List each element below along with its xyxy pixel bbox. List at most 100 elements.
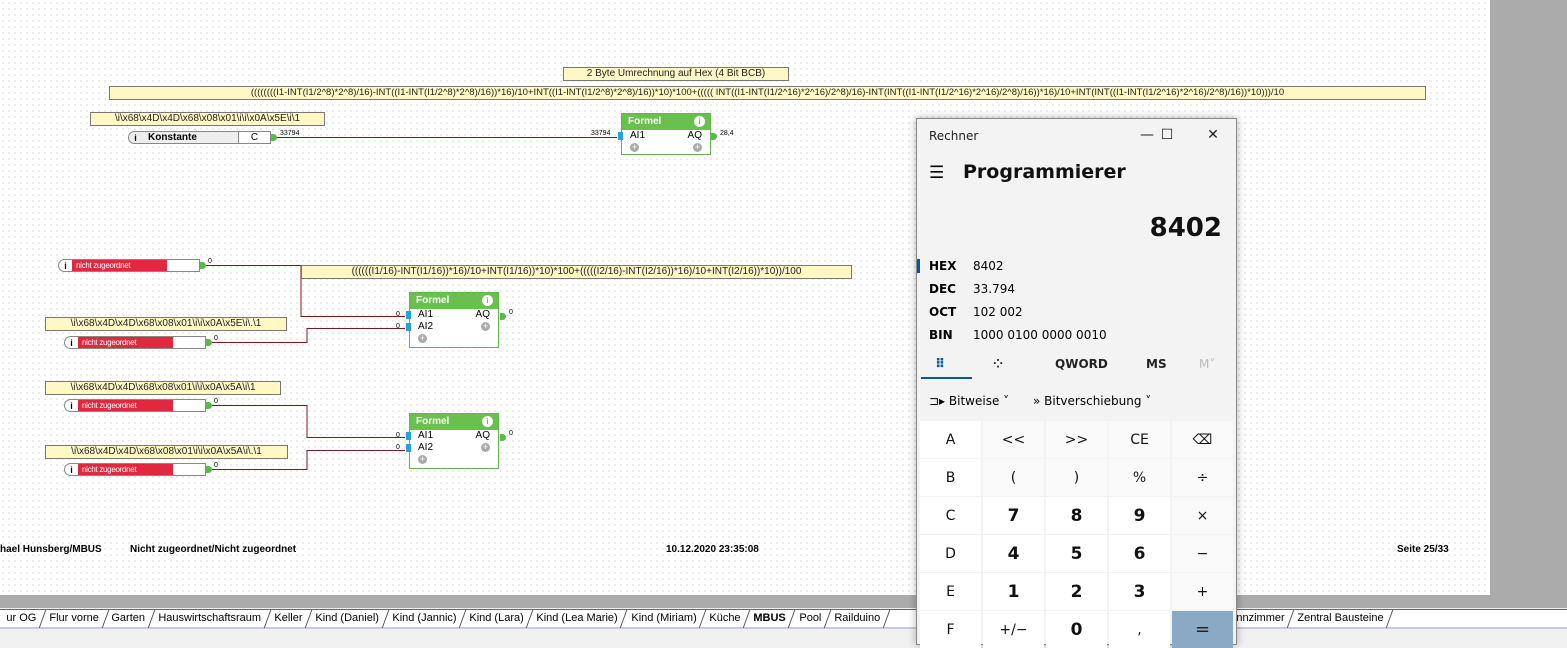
bit-toggle-keypad-icon[interactable]: ⁘ (993, 357, 1003, 371)
key-button[interactable]: ⌫ (1172, 421, 1233, 458)
add-input-icon[interactable]: + (418, 455, 427, 464)
radix-row-bin[interactable]: BIN 1000 0100 0000 0010 (929, 328, 1107, 342)
close-button[interactable]: ✕ (1193, 123, 1233, 147)
konstante-block[interactable]: i Konstante C (128, 131, 271, 144)
tab-label: ur OG (6, 612, 37, 624)
key-button[interactable]: − (1172, 535, 1233, 572)
info-icon[interactable]: i (129, 133, 142, 143)
add-input-icon[interactable]: + (630, 143, 639, 152)
key-button[interactable]: 1 (983, 573, 1044, 610)
label-note[interactable]: \i\x68\x4D\x4D\x68\x08\x01\i\i\x0A\x5A\i… (45, 381, 281, 395)
add-output-icon[interactable]: + (481, 322, 490, 331)
bitshift-dropdown[interactable]: » Bitverschiebung ˅ (1033, 394, 1151, 408)
calculator-window[interactable]: Rechner — ☐ ✕ ☰ Programmierer 8402 HEX 84… (916, 118, 1237, 648)
tab[interactable]: Flur vorne (39, 610, 109, 628)
add-input-icon[interactable]: + (418, 334, 427, 343)
tab[interactable]: Garten (102, 610, 156, 628)
key-button[interactable]: 7 (983, 497, 1044, 534)
formel-block[interactable]: Formel i AI1 AQ AI2 + + (406, 292, 499, 348)
radix-row-dec[interactable]: DEC 33.794 (929, 282, 1015, 296)
key-button[interactable]: F (920, 611, 981, 648)
key-button[interactable]: + (1172, 573, 1233, 610)
tab[interactable]: Hauswirtschaftsraum (148, 610, 272, 628)
memory-store-button[interactable]: MS (1146, 357, 1167, 371)
key-button[interactable]: 9 (1109, 497, 1170, 534)
key-button[interactable]: 2 (1046, 573, 1107, 610)
radix-row-oct[interactable]: OCT 102 002 (929, 305, 1023, 319)
tab[interactable]: Keller (264, 610, 313, 628)
label-note[interactable]: \i\x68\x4D\x4D\x68\x08\x01\i\i\x0A\x5E\i… (90, 112, 325, 126)
tab[interactable]: Kind (Jannic) (382, 610, 467, 628)
key-button[interactable]: D (920, 535, 981, 572)
ai2-label: AI2 (418, 442, 434, 453)
input-pin[interactable] (406, 323, 411, 331)
key-button[interactable]: CE (1109, 421, 1170, 458)
memory-button[interactable]: M˅ (1199, 357, 1215, 371)
ai1-label: AI1 (418, 430, 434, 441)
key-button[interactable]: C (920, 497, 981, 534)
input-pin[interactable] (406, 432, 411, 440)
window-title: Rechner (929, 129, 979, 143)
title-note[interactable]: 2 Byte Umrechnung auf Hex (4 Bit BCB) (563, 67, 789, 81)
word-size-button[interactable]: QWORD (1055, 357, 1108, 371)
key-button[interactable]: 8 (1046, 497, 1107, 534)
key-button[interactable]: +/− (983, 611, 1044, 648)
input-block[interactable]: i nicht zugeordnet (64, 463, 206, 476)
key-button[interactable]: B (920, 459, 981, 496)
tab[interactable]: Küche (699, 610, 751, 628)
key-button[interactable]: A (920, 421, 981, 458)
key-button[interactable]: ( (983, 459, 1044, 496)
key-button[interactable]: ) (1046, 459, 1107, 496)
display-value: 8402 (1149, 213, 1222, 243)
key-button[interactable]: 4 (983, 535, 1044, 572)
key-button[interactable]: ÷ (1172, 459, 1233, 496)
add-output-icon[interactable]: + (693, 143, 702, 152)
radix-row-hex[interactable]: HEX 8402 (929, 259, 1004, 273)
info-icon[interactable]: i (482, 295, 493, 306)
full-keypad-icon[interactable]: ⠿ (935, 357, 945, 372)
add-output-icon[interactable]: + (481, 443, 490, 452)
info-icon[interactable]: i (65, 401, 78, 411)
tab[interactable]: ur OG (0, 610, 47, 628)
key-button[interactable]: 6 (1109, 535, 1170, 572)
info-icon[interactable]: i (59, 261, 72, 271)
key-button[interactable]: % (1109, 459, 1170, 496)
tab[interactable]: Kind (Lea Marie) (526, 610, 628, 628)
bitwise-dropdown[interactable]: ⊐▸ Bitweise ˅ (929, 394, 1009, 408)
key-button[interactable]: << (983, 421, 1044, 458)
key-button[interactable]: 5 (1046, 535, 1107, 572)
input-pin[interactable] (406, 444, 411, 452)
tab[interactable]: MBUS (743, 610, 796, 628)
tab[interactable]: Kind (Lara) (459, 610, 534, 628)
tab-label: Kind (Miriam) (630, 612, 697, 624)
wire (212, 405, 405, 438)
info-icon[interactable]: i (65, 338, 78, 348)
info-icon[interactable]: i (482, 416, 493, 427)
formel-block[interactable]: Formel i AI1 AQ AI2 + + (406, 413, 499, 469)
input-pin[interactable] (618, 132, 623, 140)
key-button[interactable]: × (1172, 497, 1233, 534)
formel-block[interactable]: Formel i AI1 AQ + + (618, 113, 711, 155)
info-icon[interactable]: i (65, 465, 78, 475)
input-pin[interactable] (406, 311, 411, 319)
menu-icon[interactable]: ☰ (929, 163, 944, 183)
input-block[interactable]: i nicht zugeordnet (64, 336, 206, 349)
info-icon[interactable]: i (694, 116, 705, 127)
input-block[interactable]: i nicht zugeordnet (58, 259, 200, 272)
key-button[interactable]: = (1172, 611, 1233, 648)
formula-note[interactable]: ((((((((I1-INT(I1/2^8)*2^8)/16)-INT((I1-… (109, 86, 1426, 100)
tab[interactable]: Kind (Miriam) (621, 610, 707, 628)
tab[interactable]: Zentral Bausteine (1288, 610, 1394, 628)
key-button[interactable]: >> (1046, 421, 1107, 458)
input-block[interactable]: i nicht zugeordnet (64, 399, 206, 412)
formula-note[interactable]: ((((((I1/16)-INT(I1/16))*16)/10+INT(I1/1… (301, 265, 852, 279)
maximize-button[interactable]: ☐ (1147, 123, 1187, 147)
label-note[interactable]: \i\x68\x4D\x4D\x68\x08\x01\i\i\x0A\x5A\i… (45, 445, 288, 459)
label-note[interactable]: \i\x68\x4D\x4D\x68\x08\x01\i\i\x0A\x5E\i… (45, 317, 287, 331)
key-button[interactable]: 3 (1109, 573, 1170, 610)
key-button[interactable]: , (1109, 611, 1170, 648)
key-button[interactable]: 0 (1046, 611, 1107, 648)
tab[interactable]: Kind (Daniel) (305, 610, 389, 628)
tab[interactable]: Railduino (824, 610, 890, 628)
key-button[interactable]: E (920, 573, 981, 610)
